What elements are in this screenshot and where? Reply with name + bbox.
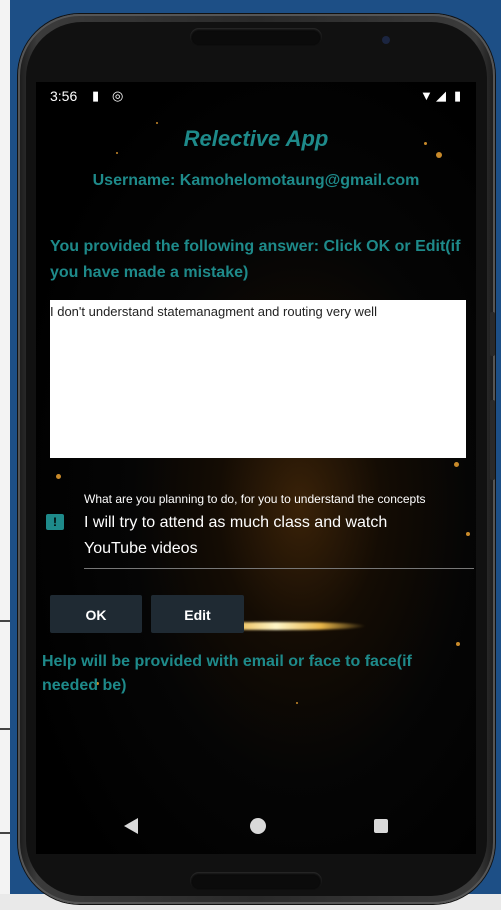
bottom-speaker	[190, 872, 322, 890]
desktop-mark	[0, 620, 10, 622]
answer-prompt: You provided the following answer: Click…	[50, 238, 461, 281]
status-time: 3:56	[50, 88, 78, 104]
phone-screen: 3:56 ▮ ◎ ▼ ◢ ▮ Relective App Username: K…	[36, 82, 476, 854]
answer-text: I don't understand statemanagment and ro…	[50, 304, 377, 319]
background-spark	[436, 152, 442, 158]
background-spark	[116, 152, 118, 154]
background-spark	[466, 532, 470, 536]
power-button[interactable]	[490, 312, 495, 356]
recents-icon[interactable]	[374, 819, 388, 833]
plan-input-underline	[84, 568, 474, 569]
background-spark	[156, 122, 158, 124]
background-spark	[56, 474, 61, 479]
front-camera	[382, 36, 390, 44]
wifi-icon: ▼	[420, 88, 433, 103]
back-icon[interactable]	[124, 818, 138, 834]
desktop-background-edge	[0, 0, 10, 910]
ok-button[interactable]: OK	[50, 595, 142, 633]
background-spark	[454, 462, 459, 467]
feedback-icon: !	[46, 514, 64, 530]
signal-icon: ◢	[436, 88, 446, 103]
home-icon[interactable]	[250, 818, 266, 834]
background-spark	[456, 642, 460, 646]
plan-field-label: What are you planning to do, for you to …	[84, 492, 426, 506]
background-spark	[296, 702, 298, 704]
desktop-mark	[0, 832, 10, 834]
volume-button[interactable]	[490, 400, 495, 480]
plan-input[interactable]: I will try to attend as much class and w…	[84, 510, 454, 562]
status-bar: 3:56 ▮ ◎ ▼ ◢ ▮	[36, 82, 476, 110]
edit-button[interactable]: Edit	[151, 595, 244, 633]
app-title: Relective App	[183, 126, 329, 151]
earpiece-speaker	[190, 28, 322, 46]
help-text: Help will be provided with email or face…	[42, 653, 412, 694]
sync-icon: ◎	[112, 88, 124, 103]
sd-card-icon: ▮	[92, 88, 100, 103]
desktop-mark	[0, 728, 10, 730]
battery-icon: ▮	[454, 88, 462, 103]
answer-display-box: I don't understand statemanagment and ro…	[50, 300, 466, 458]
navigation-bar	[36, 802, 476, 854]
username-label: Username: Kamohelomotaung@gmail.com	[92, 172, 420, 189]
